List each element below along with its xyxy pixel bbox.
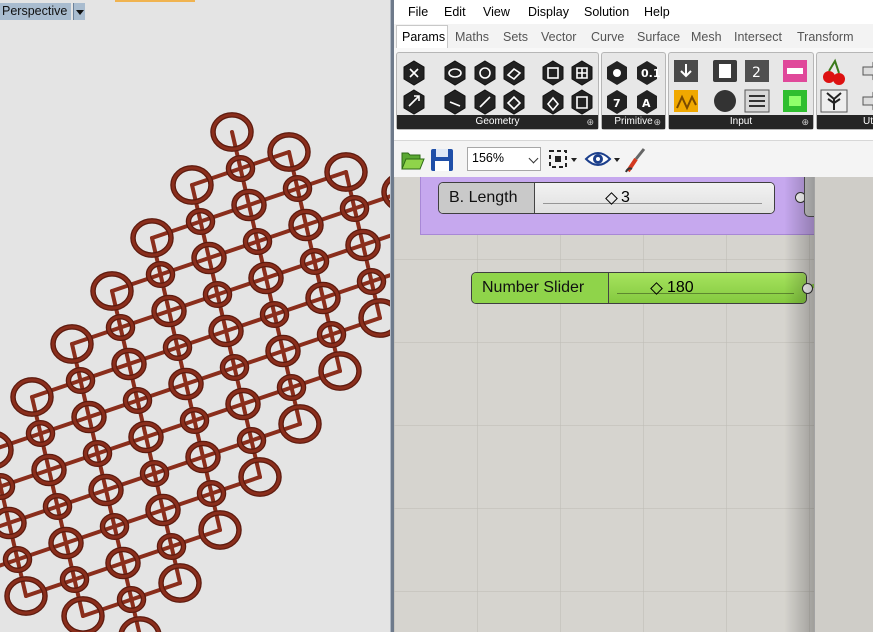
slider-name: Number Slider bbox=[472, 273, 609, 303]
component-ribbon: Geometry ⊕ 7 0.1 A Primitive ⊕ 2 Input ⊕… bbox=[394, 48, 873, 130]
menu-help[interactable]: Help bbox=[644, 5, 670, 19]
geometry-icons bbox=[403, 60, 593, 115]
data-dam-tree-icon bbox=[820, 89, 848, 113]
zoom-extents-icon[interactable] bbox=[549, 150, 567, 168]
slider-ticks bbox=[617, 287, 794, 294]
util-arrow-icon bbox=[862, 61, 873, 81]
menu-solution[interactable]: Solution bbox=[584, 5, 629, 19]
input-icons: 2 bbox=[674, 60, 807, 113]
grasshopper-canvas[interactable]: B. Length 3 B × Number Slider 180 bbox=[394, 177, 873, 632]
ribbon-group-geometry: Geometry ⊕ bbox=[396, 52, 599, 130]
zoom-value: 156% bbox=[472, 151, 504, 165]
tab-sets[interactable]: Sets bbox=[503, 30, 528, 44]
tab-intersect[interactable]: Intersect bbox=[734, 30, 782, 44]
button-object-icon bbox=[714, 90, 736, 112]
slider-track[interactable]: 180 bbox=[609, 273, 806, 303]
svg-text:0.1: 0.1 bbox=[641, 67, 661, 80]
menu-file[interactable]: File bbox=[408, 5, 428, 19]
slider-ticks bbox=[543, 197, 762, 204]
slider-value: 180 bbox=[667, 279, 694, 296]
ribbon-group-input: 2 Input ⊕ bbox=[668, 52, 814, 130]
grasshopper-window: File Edit View Display Solution Help Par… bbox=[394, 0, 873, 632]
zoom-dropdown[interactable]: 156% bbox=[467, 147, 541, 171]
menu-edit[interactable]: Edit bbox=[444, 5, 466, 19]
view-tools bbox=[549, 148, 646, 173]
cherry-picker-icon bbox=[823, 58, 845, 85]
svg-text:A: A bbox=[642, 97, 651, 110]
tab-transform[interactable]: Transform bbox=[797, 30, 854, 44]
box-param-icon bbox=[542, 60, 564, 86]
perspective-viewport[interactable]: Perspective bbox=[0, 0, 390, 632]
ribbon-group-util: Util bbox=[816, 52, 873, 130]
tab-label: Params bbox=[402, 30, 446, 44]
circle-param-icon bbox=[444, 60, 466, 86]
tab-vector[interactable]: Vector bbox=[541, 30, 576, 44]
surface-param-icon bbox=[503, 89, 525, 115]
file-tools bbox=[401, 149, 453, 171]
save-icon[interactable] bbox=[431, 149, 453, 171]
ribbon-group-label: Util bbox=[817, 115, 873, 129]
arc-param-icon bbox=[474, 60, 496, 86]
util-icons bbox=[820, 58, 873, 113]
dropdown-caret-icon bbox=[614, 158, 620, 162]
ribbon-group-label: Primitive ⊕ bbox=[602, 115, 665, 129]
tab-params[interactable]: Params bbox=[396, 25, 448, 49]
canvas-right-panel bbox=[814, 177, 873, 632]
chain-mesh-preview bbox=[0, 112, 390, 632]
ribbon-group-label: Input ⊕ bbox=[669, 115, 813, 129]
viewport-menu-arrow-icon[interactable] bbox=[73, 3, 85, 20]
canvas-toolbar: 156% bbox=[394, 140, 873, 178]
tab-mesh[interactable]: Mesh bbox=[691, 30, 722, 44]
tab-surface[interactable]: Surface bbox=[637, 30, 680, 44]
svg-text:7: 7 bbox=[613, 97, 621, 110]
chain-links bbox=[0, 112, 390, 632]
tab-maths[interactable]: Maths bbox=[455, 30, 489, 44]
slider-name: B. Length bbox=[439, 183, 535, 213]
preview-eye-icon[interactable] bbox=[584, 152, 612, 166]
util-arrow-icon bbox=[862, 91, 873, 111]
component-tabs: Params Maths Sets Vector Curve Surface M… bbox=[394, 24, 873, 49]
svg-text:2: 2 bbox=[752, 65, 761, 81]
ribbon-group-primitive: 7 0.1 A Primitive ⊕ bbox=[601, 52, 666, 130]
tab-curve[interactable]: Curve bbox=[591, 30, 624, 44]
canvas-shadow bbox=[784, 177, 814, 632]
ribbon-group-label: Geometry ⊕ bbox=[397, 115, 598, 129]
slider-value: 3 bbox=[621, 189, 630, 206]
paint-brush-icon[interactable] bbox=[625, 148, 646, 173]
mesh-face-param-icon bbox=[571, 89, 593, 115]
b-length-slider[interactable]: B. Length 3 bbox=[438, 182, 775, 214]
number-slider[interactable]: Number Slider 180 bbox=[471, 272, 807, 304]
menu-view[interactable]: View bbox=[483, 5, 510, 19]
slider-track[interactable]: 3 bbox=[535, 183, 774, 213]
open-file-icon[interactable] bbox=[401, 152, 425, 170]
primitive-icons: 7 0.1 A bbox=[607, 61, 661, 114]
viewport-label[interactable]: Perspective bbox=[0, 3, 72, 20]
menu-display[interactable]: Display bbox=[528, 5, 569, 19]
dropdown-caret-icon bbox=[571, 158, 577, 162]
menu-bar: File Edit View Display Solution Help bbox=[394, 0, 873, 24]
line-param-icon bbox=[444, 89, 466, 115]
chevron-down-icon bbox=[528, 153, 539, 164]
